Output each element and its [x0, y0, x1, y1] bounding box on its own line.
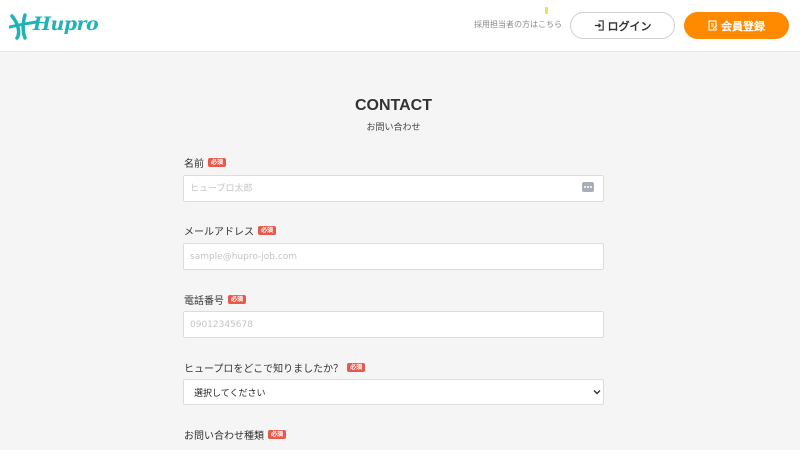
name-label-row: 名前 必須 [184, 155, 227, 170]
logo[interactable]: Hupro [9, 12, 99, 42]
phone-label: 電話番号 [184, 296, 224, 307]
required-badge: 必須 [208, 158, 227, 167]
name-field[interactable] [183, 175, 604, 202]
more-icon[interactable] [582, 182, 594, 192]
logo-text: Hupro [33, 13, 99, 35]
register-button[interactable]: 会員登録 [684, 12, 789, 39]
required-badge: 必須 [347, 363, 366, 372]
source-select[interactable]: 選択してください [183, 379, 604, 405]
phone-field[interactable] [183, 311, 604, 338]
name-label: 名前 [184, 159, 204, 170]
required-badge: 必須 [228, 295, 247, 304]
email-label: メールアドレス [184, 227, 254, 238]
source-select-value: 選択してください [194, 388, 266, 399]
recruiter-link[interactable]: 採用担当者の方はこちら [474, 19, 562, 30]
notice-marker [545, 7, 548, 14]
required-badge: 必須 [268, 430, 287, 439]
inquiry-type-label: お問い合わせ種類 [184, 431, 264, 442]
required-badge: 必須 [258, 226, 277, 235]
email-label-row: メールアドレス 必須 [184, 223, 277, 238]
source-label-row: ヒュープロをどこで知りましたか？ 必須 [184, 360, 366, 375]
login-label: ログイン [607, 19, 652, 33]
source-label: ヒュープロをどこで知りましたか？ [184, 364, 344, 375]
email-field[interactable] [183, 243, 604, 270]
register-label: 会員登録 [721, 19, 765, 33]
phone-label-row: 電話番号 必須 [184, 292, 247, 307]
inquiry-type-label-row: お問い合わせ種類 必須 [184, 427, 287, 442]
login-button[interactable]: ログイン [570, 12, 675, 39]
register-icon [708, 20, 718, 31]
login-icon [594, 20, 604, 31]
page-subtitle: お問い合わせ [366, 123, 421, 133]
site-header: Hupro 採用担当者の方はこちら ログイン 会員登録 [0, 0, 800, 52]
chevron-down-icon [593, 390, 601, 395]
page-title: CONTACT [354, 97, 433, 114]
